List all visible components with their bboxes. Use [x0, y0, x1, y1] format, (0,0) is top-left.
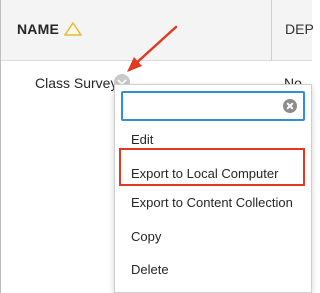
menu-item-export-local[interactable]: Export to Local Computer: [131, 166, 278, 181]
column-header-name[interactable]: NAME: [17, 21, 59, 37]
column-divider: [271, 0, 272, 61]
menu-item-export-collection[interactable]: Export to Content Collection: [131, 195, 293, 210]
menu-item-edit[interactable]: Edit: [131, 132, 153, 147]
item-title[interactable]: Class Survey: [35, 75, 117, 91]
column-header-dep[interactable]: DEP: [285, 21, 314, 37]
menu-search-box: [121, 91, 305, 121]
clear-search-icon[interactable]: [283, 99, 297, 113]
menu-item-delete[interactable]: Delete: [131, 262, 169, 277]
content-table: NAME DEP Class Survey No Edit Export to …: [0, 0, 314, 293]
menu-item-copy[interactable]: Copy: [131, 229, 161, 244]
table-header-row: NAME DEP: [1, 0, 314, 61]
menu-search-input[interactable]: [123, 93, 281, 119]
sort-ascending-icon[interactable]: [63, 21, 83, 36]
context-menu: Edit Export to Local Computer Export to …: [114, 84, 312, 293]
